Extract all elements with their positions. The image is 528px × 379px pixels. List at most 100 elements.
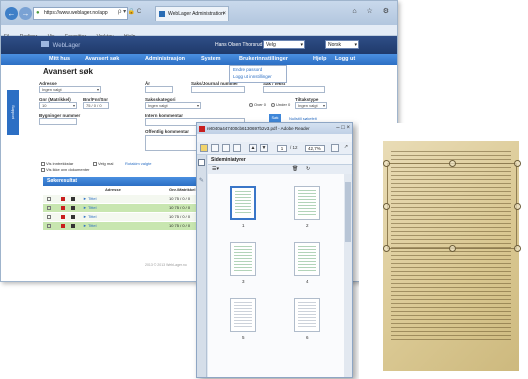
- browser-toolbar-icons[interactable]: ⌂ ☆ ⚙: [352, 7, 393, 15]
- pdf-icon[interactable]: [61, 206, 65, 210]
- crop-handle[interactable]: [383, 160, 390, 167]
- table-row[interactable]: ► Tittel 10 75 / 0 / 0: [43, 204, 203, 212]
- measure-type-select[interactable]: Ingen valgt ▾: [295, 102, 327, 109]
- crop-frame[interactable]: [387, 163, 517, 249]
- table-row[interactable]: ► Tittel 10 75 / 0 / 0: [43, 213, 203, 221]
- row-checkbox[interactable]: [47, 224, 51, 228]
- row-address[interactable]: ► Tittel: [83, 222, 97, 230]
- pdf-menubar: Fil Rediger Vis Vindu Hjelp: [197, 134, 352, 148]
- dropdown-logout-settings[interactable]: Logg ut innstillinger: [230, 73, 286, 80]
- view-icon[interactable]: [71, 197, 75, 201]
- back-button[interactable]: ←: [5, 7, 18, 20]
- rotate-icon[interactable]: ↻: [306, 166, 310, 172]
- page-content: [234, 302, 252, 328]
- measure-type-value: Ingen valgt: [298, 103, 318, 108]
- email-icon[interactable]: [233, 144, 241, 152]
- nav-my-house[interactable]: Mitt hus: [49, 56, 70, 62]
- crop-handle[interactable]: [514, 245, 521, 252]
- radio-under[interactable]: Under 0: [271, 102, 290, 107]
- page-thumbnail[interactable]: [294, 242, 320, 276]
- forward-button[interactable]: →: [19, 7, 32, 20]
- radio-over[interactable]: Over 0: [249, 102, 266, 107]
- address-select[interactable]: Ingen valgt ▾: [39, 86, 101, 93]
- nav-logout[interactable]: Logg ut: [335, 56, 355, 62]
- check-show-drafts[interactable]: Vis inntrekkstar: [41, 161, 73, 166]
- building-number-field[interactable]: [39, 118, 77, 125]
- thumbnails-scrollbar[interactable]: [344, 174, 352, 377]
- thumbnail-options-icon[interactable]: ☰▾: [212, 166, 219, 172]
- open-folder-icon[interactable]: [200, 144, 208, 152]
- row-address[interactable]: ► Tittel: [83, 213, 97, 221]
- rotate-selected-link[interactable]: Rotakim valgte: [125, 161, 151, 166]
- checkbox-box: [41, 161, 45, 166]
- page-thumbnail[interactable]: [294, 186, 320, 220]
- pdf-window-controls[interactable]: – □ ×: [336, 123, 350, 134]
- year-field[interactable]: [145, 86, 173, 93]
- reset-link[interactable]: Nullstill søkefelt: [289, 116, 317, 121]
- address-tools[interactable]: ρ ▾ 🔒 C: [118, 8, 141, 15]
- nav-help[interactable]: Hjelp: [313, 56, 326, 62]
- browser-tab[interactable]: WebLager Administration ×: [155, 6, 229, 21]
- table-row[interactable]: ► Tittel 10 75 / 0 / 0: [43, 195, 203, 203]
- table-row[interactable]: ► Tittel 10 75 / 0 / 0: [43, 222, 203, 230]
- bnr-select[interactable]: 75 / 0 / 0: [83, 102, 109, 109]
- pdf-icon[interactable]: [61, 197, 65, 201]
- check-select-template[interactable]: Velg mal: [93, 161, 113, 166]
- gnr-select[interactable]: 10 ▾: [39, 102, 77, 109]
- nav-advanced-search[interactable]: Avansert søk: [85, 56, 119, 62]
- pdf-icon[interactable]: [61, 224, 65, 228]
- case-text-field[interactable]: [263, 86, 325, 93]
- user-select[interactable]: Velg ▾: [263, 40, 305, 49]
- scrollbar-thumb[interactable]: [345, 182, 351, 242]
- crop-handle[interactable]: [514, 160, 521, 167]
- check-hide-own-docs[interactable]: Vis ikke ovn dokumenter: [41, 167, 90, 172]
- view-icon[interactable]: [71, 224, 75, 228]
- col-gnr[interactable]: Gnr./Matrikkel: [169, 187, 195, 192]
- next-page-icon[interactable]: ▼: [260, 144, 268, 152]
- nav-system[interactable]: System: [201, 56, 221, 62]
- fit-page-icon[interactable]: [331, 144, 339, 152]
- check-hide-own-docs-label: Vis ikke ovn dokumenter: [46, 167, 90, 172]
- dropdown-change-password[interactable]: Endre passord: [230, 66, 286, 73]
- crop-handle[interactable]: [383, 203, 390, 210]
- row-checkbox[interactable]: [47, 215, 51, 219]
- page-thumbnails-icon[interactable]: [198, 159, 205, 166]
- case-number-field[interactable]: [191, 86, 245, 93]
- logo-icon: [41, 41, 49, 47]
- pdf-icon[interactable]: [61, 215, 65, 219]
- row-gnr: 10 75 / 0 / 0: [169, 214, 191, 219]
- crop-handle[interactable]: [449, 245, 456, 252]
- col-address[interactable]: Adresse: [105, 187, 121, 192]
- search-button[interactable]: Søk: [269, 114, 281, 122]
- row-checkbox[interactable]: [47, 206, 51, 210]
- row-address[interactable]: ► Tittel: [83, 204, 97, 212]
- page-number-input[interactable]: 1: [277, 145, 287, 152]
- page-thumbnail[interactable]: [230, 242, 256, 276]
- address-bar[interactable]: ● https://www.weblager.no/app: [33, 7, 128, 20]
- page-thumbnail[interactable]: [230, 186, 256, 220]
- attachment-icon[interactable]: ✎: [199, 177, 204, 184]
- tab-close-icon[interactable]: ×: [222, 7, 226, 21]
- browser-titlebar: ← → ● https://www.weblager.no/app ρ ▾ 🔒 …: [1, 1, 397, 25]
- zoom-select[interactable]: 42,7%: [305, 145, 325, 152]
- delete-icon[interactable]: 🗑: [292, 166, 298, 172]
- page-thumbnail[interactable]: [294, 298, 320, 332]
- nav-user-settings[interactable]: Brukerinnstillinger: [239, 56, 288, 62]
- prev-page-icon[interactable]: ▲: [249, 144, 257, 152]
- chevron-down-icon: ▾: [96, 87, 99, 92]
- page-thumbnail[interactable]: [230, 298, 256, 332]
- view-icon[interactable]: [71, 206, 75, 210]
- create-icon[interactable]: [211, 144, 219, 152]
- crop-handle[interactable]: [514, 203, 521, 210]
- print-icon[interactable]: [222, 144, 230, 152]
- row-checkbox[interactable]: [47, 197, 51, 201]
- view-icon[interactable]: [71, 215, 75, 219]
- language-select[interactable]: Norsk ▾: [325, 40, 359, 49]
- crop-handle[interactable]: [383, 245, 390, 252]
- nav-administration[interactable]: Administrasjon: [145, 56, 185, 62]
- row-address[interactable]: ► Tittel: [83, 195, 97, 203]
- expand-icon[interactable]: ↗: [342, 144, 350, 152]
- case-category-select[interactable]: Ingen valgt ▾: [145, 102, 201, 109]
- site-logo[interactable]: WebLager: [41, 41, 80, 49]
- crop-handle[interactable]: [449, 160, 456, 167]
